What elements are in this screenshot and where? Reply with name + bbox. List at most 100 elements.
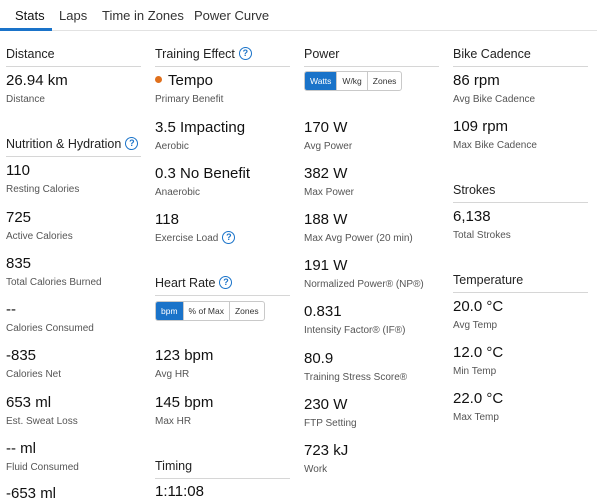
section-title: Power xyxy=(304,47,340,61)
tab-power-curve[interactable]: Power Curve xyxy=(194,8,269,23)
hr-unit-percent-max[interactable]: % of Max xyxy=(182,302,229,320)
stat-label: Work xyxy=(304,464,328,475)
stat-value: 170 W xyxy=(304,119,348,136)
stat-resting-calories: 110 Resting Calories xyxy=(6,161,79,197)
section-title: Distance xyxy=(6,47,55,61)
stat-work: 723 kJ Work xyxy=(304,441,348,477)
stat-value: 86 rpm xyxy=(453,72,500,89)
tempo-dot-icon xyxy=(155,75,162,83)
stat-tss: 80.9 Training Stress Score® xyxy=(304,349,407,385)
help-icon[interactable]: ? xyxy=(125,137,139,151)
stat-label-text: Exercise Load xyxy=(155,233,219,245)
stat-max-cadence: 109 rpm Max Bike Cadence xyxy=(453,117,537,153)
stat-value: 188 W xyxy=(304,211,348,228)
section-training-effect-header: Training Effect? xyxy=(155,45,290,67)
stat-value: -- ml xyxy=(6,440,36,457)
stat-value: 0.3 No Benefit xyxy=(155,165,251,182)
stat-value: 118 xyxy=(155,211,179,228)
stat-ftp: 230 W FTP Setting xyxy=(304,395,357,431)
stat-value: 382 W xyxy=(304,165,348,182)
stat-max-power: 382 W Max Power xyxy=(304,164,354,200)
stat-value: 191 W xyxy=(304,257,348,274)
stat-normalized-power: 191 W Normalized Power® (NP®) xyxy=(304,256,424,292)
hr-unit-zones[interactable]: Zones xyxy=(228,302,264,320)
stat-fluid-consumed: -- ml Fluid Consumed xyxy=(6,439,79,475)
help-icon[interactable]: ? xyxy=(219,276,233,290)
stat-label: Est. Sweat Loss xyxy=(6,416,78,427)
stat-avg-power: 170 W Avg Power xyxy=(304,118,352,154)
section-title-text: Heart Rate xyxy=(155,276,216,290)
stat-value: 22.0 °C xyxy=(453,390,504,407)
tab-bar: Stats Laps Time in Zones Power Curve xyxy=(0,0,597,31)
help-icon[interactable]: ? xyxy=(222,231,236,244)
stat-value: -- xyxy=(6,301,16,318)
stat-calories-consumed: -- Calories Consumed xyxy=(6,300,94,336)
stat-value: Tempo xyxy=(155,71,223,91)
stat-label: Max Temp xyxy=(453,412,499,423)
stat-value: 230 W xyxy=(304,396,348,413)
tab-stats[interactable]: Stats xyxy=(15,8,45,23)
stat-label: Max Bike Cadence xyxy=(453,140,537,151)
power-unit-toggle: Watts W/kg Zones xyxy=(304,71,403,91)
stat-label: Max Avg Power (20 min) xyxy=(304,233,413,244)
primary-benefit-text: Tempo xyxy=(168,72,214,89)
stat-avg-cadence: 86 rpm Avg Bike Cadence xyxy=(453,71,535,107)
section-heart-rate-header: Heart Rate? xyxy=(155,274,290,296)
section-temperature-header: Temperature xyxy=(453,271,588,293)
stat-value: 109 rpm xyxy=(453,118,509,135)
stat-value: 145 bpm xyxy=(155,394,214,411)
stat-label: Min Temp xyxy=(453,366,497,377)
stat-label: Calories Net xyxy=(6,369,62,380)
power-unit-watts[interactable]: Watts xyxy=(305,72,337,90)
stat-max-temp: 22.0 °C Max Temp xyxy=(453,389,503,425)
section-title-text: Nutrition & Hydration xyxy=(6,137,122,151)
stat-max-hr: 145 bpm Max HR xyxy=(155,393,213,429)
stat-label: Normalized Power® (NP®) xyxy=(304,279,424,290)
stat-value: 123 bpm xyxy=(155,347,214,364)
section-strokes-header: Strokes xyxy=(453,181,588,203)
stat-value: 1:11:08 xyxy=(155,483,204,500)
stat-calories-net: -835 Calories Net xyxy=(6,346,61,382)
section-cadence-header: Bike Cadence xyxy=(453,45,588,67)
stat-label: Total Strokes xyxy=(453,230,511,241)
stat-label: Active Calories xyxy=(6,231,73,242)
stat-avg-hr: 123 bpm Avg HR xyxy=(155,346,213,382)
section-timing-header: Timing xyxy=(155,457,290,479)
stat-value: -835 xyxy=(6,347,37,364)
stat-anaerobic: 0.3 No Benefit Anaerobic xyxy=(155,164,250,200)
stat-label: Aerobic xyxy=(155,141,189,152)
stat-label: Calories Consumed xyxy=(6,323,94,334)
section-title: Bike Cadence xyxy=(453,47,531,61)
stat-label: Training Stress Score® xyxy=(304,372,408,383)
stat-label: Intensity Factor® (IF®) xyxy=(304,325,406,336)
stat-value: 12.0 °C xyxy=(453,344,504,361)
section-title: Heart Rate? xyxy=(155,276,233,290)
stat-value: 725 xyxy=(6,209,32,226)
section-title: Training Effect? xyxy=(155,47,252,61)
tab-laps[interactable]: Laps xyxy=(59,8,87,23)
stat-primary-benefit: Tempo Primary Benefit xyxy=(155,71,223,107)
stat-label: Anaerobic xyxy=(155,187,201,198)
stat-label: FTP Setting xyxy=(304,418,357,429)
power-unit-zones[interactable]: Zones xyxy=(366,72,402,90)
section-nutrition-header: Nutrition & Hydration? xyxy=(6,135,141,157)
stat-total-strokes: 6,138 Total Strokes xyxy=(453,207,511,243)
section-title: Timing xyxy=(155,459,193,473)
stat-fluid-net: -653 ml xyxy=(6,484,56,500)
stat-value: 110 xyxy=(6,162,30,179)
hr-unit-bpm[interactable]: bpm xyxy=(156,302,183,320)
stat-active-calories: 725 Active Calories xyxy=(6,208,73,244)
active-tab-indicator xyxy=(0,28,52,31)
section-title: Strokes xyxy=(453,183,496,197)
power-unit-wkg[interactable]: W/kg xyxy=(336,72,366,90)
hr-unit-toggle: bpm % of Max Zones xyxy=(155,301,265,321)
stat-value: 3.5 Impacting xyxy=(155,119,246,136)
tab-time-in-zones[interactable]: Time in Zones xyxy=(102,8,184,23)
stat-label: Avg Temp xyxy=(453,320,498,331)
stat-value: 835 xyxy=(6,255,32,272)
stat-label: Avg Bike Cadence xyxy=(453,94,536,105)
stat-label: Avg Power xyxy=(304,141,353,152)
stat-value: 80.9 xyxy=(304,350,334,367)
help-icon[interactable]: ? xyxy=(238,47,252,61)
section-title: Temperature xyxy=(453,273,524,287)
